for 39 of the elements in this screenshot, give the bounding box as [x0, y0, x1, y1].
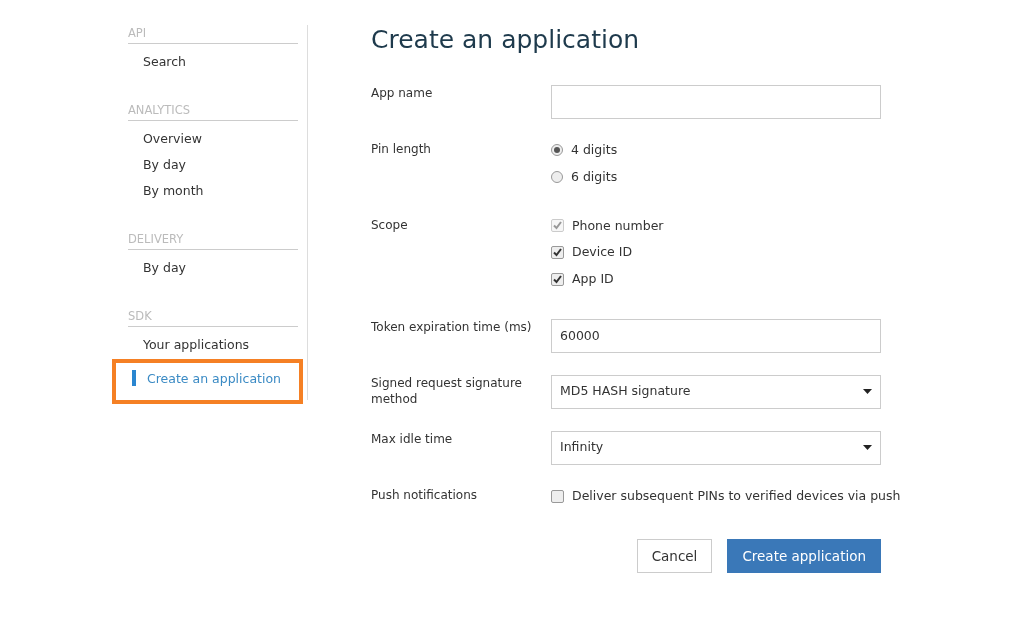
dropdown-field[interactable]: MD5 HASH signature	[551, 374, 881, 409]
radio-button[interactable]	[551, 144, 563, 157]
sidebar-link[interactable]: Create an application	[132, 366, 287, 393]
field-label: Push notifications	[371, 486, 479, 504]
caret-icon	[863, 445, 872, 451]
sidebar-link[interactable]: By day	[128, 153, 307, 179]
field-label: Token expiration time (ms)	[371, 318, 533, 336]
field-label: Scope	[371, 216, 409, 234]
field-label: App name	[371, 85, 434, 102]
option-label: 4 digits	[571, 141, 618, 159]
field-label: Pin length	[371, 141, 432, 158]
dropdown-field[interactable]: Infinity	[551, 430, 881, 465]
sidebar-link[interactable]: Overview	[128, 127, 307, 153]
field-label: Signed request signature method	[371, 374, 523, 408]
option-label: Phone number	[572, 216, 664, 235]
section-heading: SDK	[128, 307, 298, 327]
section-heading: API	[128, 25, 298, 45]
page-title: Create an application	[371, 25, 641, 55]
cancel-button[interactable]: Cancel	[636, 538, 713, 573]
sidebar-link[interactable]: By month	[128, 178, 307, 205]
section-heading: ANALYTICS	[128, 102, 298, 122]
checkbox[interactable]	[551, 272, 564, 286]
caret-icon	[863, 389, 872, 395]
create-button[interactable]: Create application	[727, 538, 881, 573]
option-label: 6 digits	[571, 167, 618, 186]
sidebar-link[interactable]: By day	[128, 255, 307, 282]
sidebar-link[interactable]: Search	[128, 50, 307, 76]
option-label: Device ID	[572, 243, 633, 262]
section-heading: DELIVERY	[128, 230, 298, 250]
field-label: Max idle time	[371, 430, 454, 448]
checkbox[interactable]	[551, 489, 564, 503]
text-field[interactable]: 60000	[551, 318, 881, 353]
selection-bar	[132, 369, 136, 386]
checkbox[interactable]	[551, 246, 564, 260]
radio-button[interactable]	[551, 171, 563, 184]
option-label: Deliver subsequent PINs to verified devices via push	[572, 486, 901, 505]
text-field[interactable]	[551, 85, 881, 119]
sidebar-link[interactable]: Your applications	[128, 332, 307, 359]
option-label: App ID	[572, 270, 614, 288]
